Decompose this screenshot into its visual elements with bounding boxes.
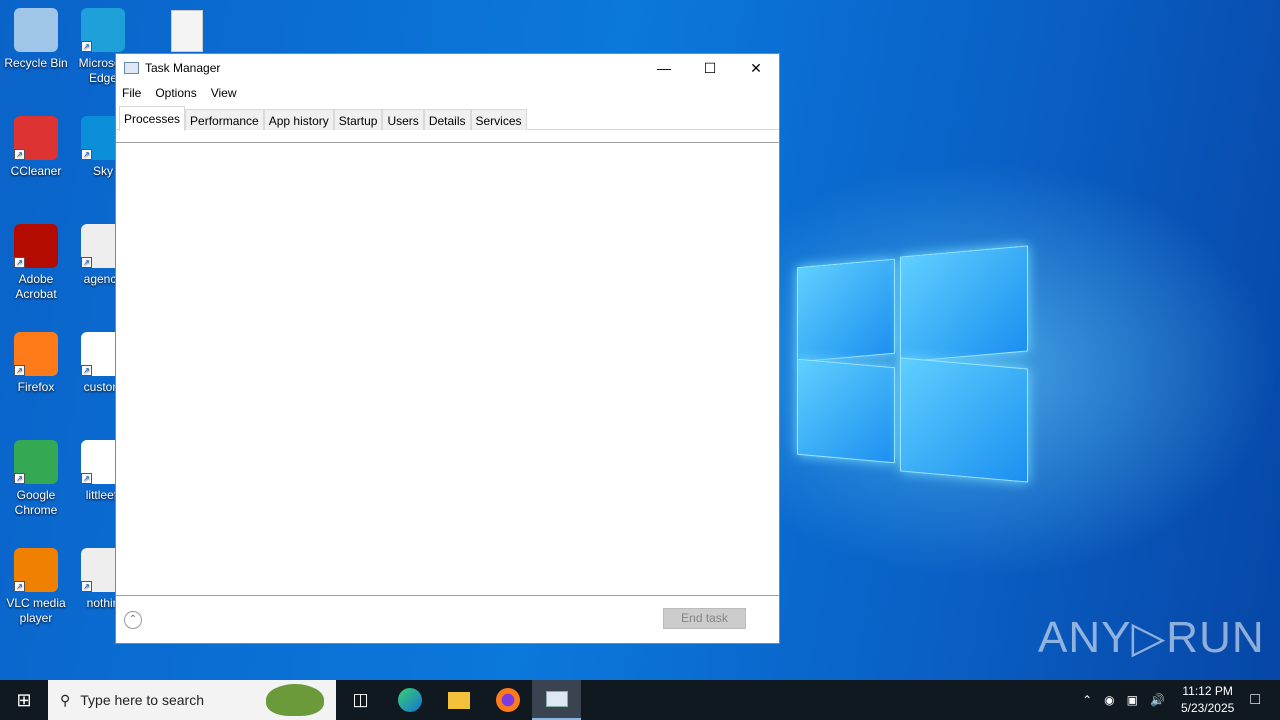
search-icon: ⚲ [60, 691, 71, 708]
process-list [116, 142, 779, 596]
taskbar: ⊞ ⚲ Type here to search ◫ ⌃ ◉ ▣ 🔊 11:12 … [0, 680, 1280, 720]
firefox-icon: ↗ [14, 332, 58, 376]
shortcut-arrow-icon: ↗ [81, 41, 92, 52]
shortcut-arrow-icon: ↗ [81, 257, 92, 268]
menu-file[interactable]: File [122, 86, 141, 100]
shortcut-arrow-icon: ↗ [81, 365, 92, 376]
tab-app-history[interactable]: App history [263, 109, 334, 130]
windows-logo-wallpaper [797, 243, 1029, 483]
shortcut-arrow-icon: ↗ [81, 473, 92, 484]
edge-icon: ↗ [81, 8, 125, 52]
tab-services[interactable]: Services [470, 109, 527, 130]
shortcut-arrow-icon: ↗ [14, 365, 25, 376]
menu-options[interactable]: Options [155, 86, 196, 100]
task-view-icon[interactable]: ◫ [336, 680, 385, 720]
shortcut-arrow-icon: ↗ [81, 581, 92, 592]
minimize-button[interactable]: — [641, 54, 687, 82]
shortcut-arrow-icon: ↗ [14, 473, 25, 484]
shortcut-arrow-icon: ↗ [14, 581, 25, 592]
task-manager-window: Task Manager — ☐ ✕ File Options View Pro… [115, 53, 780, 644]
start-button[interactable]: ⊞ [0, 680, 48, 720]
desktop-icon[interactable]: ↗ CCleaner [0, 116, 72, 179]
anyrun-watermark: ANY▷RUN [1038, 613, 1265, 662]
fewer-details-icon[interactable]: ⌃ [124, 611, 142, 629]
file-explorer-icon[interactable] [434, 680, 483, 720]
ccleaner-icon: ↗ [14, 116, 58, 160]
notifications-icon[interactable]: □ [1250, 691, 1260, 709]
desktop-icon[interactable]: ↗ Firefox [0, 332, 72, 395]
desktop-icon-label: Adobe Acrobat [15, 272, 57, 301]
network-icon[interactable]: ▣ [1127, 693, 1138, 707]
close-button[interactable]: ✕ [733, 54, 779, 82]
firefox-taskbar-icon[interactable] [483, 680, 532, 720]
search-placeholder: Type here to search [80, 692, 205, 708]
tab-startup[interactable]: Startup [333, 109, 383, 130]
clock[interactable]: 11:12 PM 5/23/2025 [1181, 683, 1234, 717]
turtle-icon [266, 684, 324, 716]
desktop-icon[interactable]: ↗ Google Chrome [0, 440, 72, 518]
desktop-file-icon[interactable] [171, 10, 203, 52]
task-manager-taskbar-icon[interactable] [532, 680, 581, 720]
edge-taskbar-icon[interactable] [385, 680, 434, 720]
desktop-icon-label: Firefox [17, 380, 55, 394]
window-title: Task Manager [145, 61, 221, 75]
menu-bar: File Options View [116, 82, 779, 104]
shortcut-arrow-icon: ↗ [14, 149, 25, 160]
tab-performance[interactable]: Performance [185, 109, 264, 130]
search-box[interactable]: ⚲ Type here to search [48, 680, 336, 720]
maximize-button[interactable]: ☐ [687, 54, 733, 82]
task-manager-icon [124, 62, 139, 74]
tab-users[interactable]: Users [382, 109, 424, 130]
desktop-icon-label: Recycle Bin [4, 56, 68, 70]
desktop-icon[interactable]: ↗ VLC media player [0, 548, 72, 626]
desktop-icon[interactable]: ↗ Adobe Acrobat [0, 224, 72, 302]
recycle-bin-icon [14, 8, 58, 52]
camera-icon[interactable]: ◉ [1104, 693, 1114, 707]
tab-bar: Processes Performance App history Startu… [116, 106, 779, 131]
end-task-button[interactable]: End task [663, 608, 746, 629]
clock-date: 5/23/2025 [1180, 701, 1235, 715]
acrobat-icon: ↗ [14, 224, 58, 268]
tab-details[interactable]: Details [423, 109, 471, 130]
desktop-icon-label: CCleaner [10, 164, 62, 178]
chrome-icon: ↗ [14, 440, 58, 484]
tab-processes[interactable]: Processes [119, 106, 186, 131]
vlc-icon: ↗ [14, 548, 58, 592]
volume-icon[interactable]: 🔊 [1150, 693, 1165, 707]
shortcut-arrow-icon: ↗ [14, 257, 25, 268]
title-bar[interactable]: Task Manager — ☐ ✕ [116, 54, 779, 82]
menu-view[interactable]: View [211, 86, 237, 100]
show-hidden-icons-icon[interactable]: ⌃ [1082, 693, 1092, 707]
clock-time: 11:12 PM [1182, 684, 1233, 698]
desktop-icon-label: VLC media player [6, 596, 66, 625]
shortcut-arrow-icon: ↗ [81, 149, 92, 160]
system-tray: ⌃ ◉ ▣ 🔊 11:12 PM 5/23/2025 □ [1076, 680, 1280, 720]
desktop-icon[interactable]: Recycle Bin [0, 8, 72, 71]
desktop-icon-label: Google Chrome [14, 488, 58, 517]
